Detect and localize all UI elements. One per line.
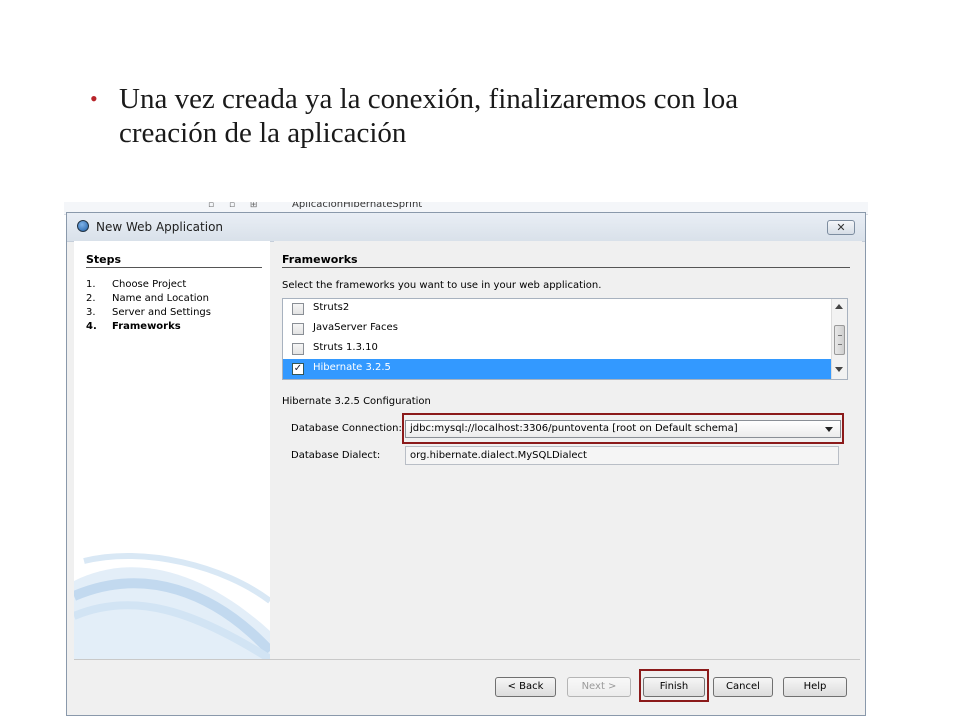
database-dialect-value: org.hibernate.dialect.MySQLDialect xyxy=(410,450,587,461)
background-project-name: AplicacionHibernateSprint xyxy=(292,202,423,210)
step-number: 3. xyxy=(86,307,96,318)
framework-label: Struts2 xyxy=(313,302,350,313)
hibernate-config-heading: Hibernate 3.2.5 Configuration xyxy=(282,396,431,407)
step-label: Server and Settings xyxy=(112,307,211,318)
help-button[interactable]: Help xyxy=(783,677,847,697)
step-number: 2. xyxy=(86,293,96,304)
framework-label: JavaServer Faces xyxy=(313,322,398,333)
steps-divider xyxy=(86,267,262,268)
step-number: 1. xyxy=(86,279,96,290)
frameworks-instruction: Select the frameworks you want to use in… xyxy=(282,280,602,291)
frameworks-scrollbar[interactable] xyxy=(831,299,847,379)
scrollbar-thumb[interactable] xyxy=(834,325,845,355)
step-label: Choose Project xyxy=(112,279,187,290)
scroll-down-arrow-icon[interactable] xyxy=(835,367,843,372)
finish-highlight-annotation xyxy=(639,669,709,702)
step-frameworks: 4. Frameworks xyxy=(86,321,181,332)
scroll-up-arrow-icon[interactable] xyxy=(835,304,843,309)
database-connection-label: Database Connection: xyxy=(291,423,402,434)
framework-label: Hibernate 3.2.5 xyxy=(313,362,391,373)
database-dialect-label: Database Dialect: xyxy=(291,450,381,461)
steps-heading: Steps xyxy=(86,253,122,266)
frameworks-list[interactable]: Struts2 JavaServer Faces Struts 1.3.10 ✓… xyxy=(282,298,848,380)
dialog-title: New Web Application xyxy=(96,220,224,234)
frameworks-panel: Frameworks Select the frameworks you wan… xyxy=(274,241,862,659)
step-label: Frameworks xyxy=(112,321,181,332)
step-number: 4. xyxy=(86,321,97,332)
list-item-hibernate-3-2-5[interactable]: ✓ Hibernate 3.2.5 xyxy=(283,359,831,379)
back-button[interactable]: < Back xyxy=(495,677,556,697)
connection-highlight-annotation xyxy=(402,413,844,444)
new-web-application-dialog: New Web Application ✕ Steps 1. Choose Pro… xyxy=(66,212,866,716)
step-name-and-location: 2. Name and Location xyxy=(86,293,209,304)
bullet-dot: • xyxy=(90,86,98,111)
step-server-and-settings: 3. Server and Settings xyxy=(86,307,211,318)
list-item-javaserver-faces[interactable]: JavaServer Faces xyxy=(283,319,831,339)
database-dialect-field: org.hibernate.dialect.MySQLDialect xyxy=(405,446,839,465)
decorative-swoosh-graphic xyxy=(74,553,270,659)
netbeans-app-icon xyxy=(77,220,89,232)
step-choose-project: 1. Choose Project xyxy=(86,279,186,290)
close-button[interactable]: ✕ xyxy=(827,220,855,235)
step-label: Name and Location xyxy=(112,293,209,304)
list-item-struts2[interactable]: Struts2 xyxy=(283,299,831,319)
javaserver-faces-checkbox[interactable] xyxy=(292,323,304,335)
framework-label: Struts 1.3.10 xyxy=(313,342,378,353)
struts2-checkbox[interactable] xyxy=(292,303,304,315)
tree-node-icons: ▫ ▫ ⊞ xyxy=(208,202,264,210)
frameworks-divider xyxy=(282,267,850,268)
grip-icon xyxy=(838,335,842,345)
next-button[interactable]: Next > xyxy=(567,677,631,697)
dialog-titlebar[interactable]: New Web Application ✕ xyxy=(67,213,865,242)
button-bar-separator xyxy=(74,659,860,660)
hibernate-checkbox[interactable]: ✓ xyxy=(292,363,304,375)
frameworks-heading: Frameworks xyxy=(282,253,358,266)
steps-panel: Steps 1. Choose Project 2. Name and Locati… xyxy=(74,241,270,659)
list-item-struts-1-3-10[interactable]: Struts 1.3.10 xyxy=(283,339,831,359)
slide-bullet-text: Una vez creada ya la conexión, finalizar… xyxy=(119,83,739,149)
struts-1-3-10-checkbox[interactable] xyxy=(292,343,304,355)
cancel-button[interactable]: Cancel xyxy=(713,677,773,697)
